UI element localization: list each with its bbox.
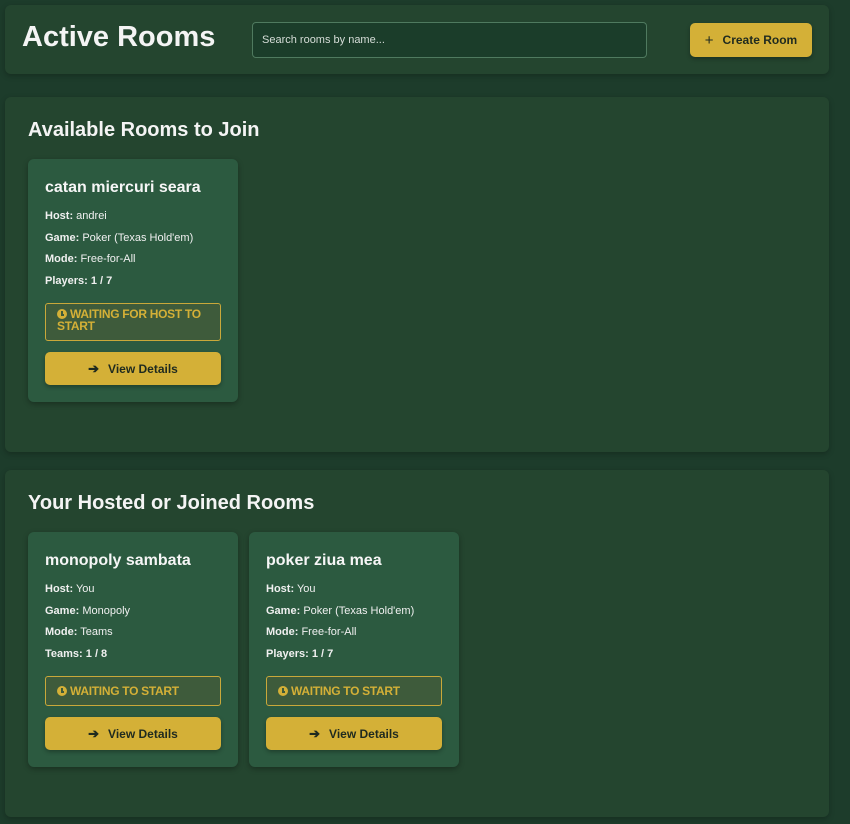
clock-icon — [57, 686, 67, 696]
hosted-rooms-section: Your Hosted or Joined Rooms monopoly sam… — [5, 470, 829, 817]
room-card: monopoly sambata Host: You Game: Monopol… — [28, 532, 238, 767]
clock-icon — [278, 686, 288, 696]
section-title: Your Hosted or Joined Rooms — [28, 492, 315, 514]
room-name: catan miercuri seara — [45, 179, 201, 196]
header-bar: Active Rooms + Create Room — [5, 5, 829, 74]
arrow-right-icon: ➔ — [88, 360, 100, 376]
room-game: Game: Poker (Texas Hold'em) — [266, 605, 415, 617]
arrow-right-icon: ➔ — [309, 725, 321, 741]
room-mode: Mode: Free-for-All — [45, 253, 136, 265]
plus-icon: + — [704, 31, 714, 49]
room-host: Host: You — [45, 583, 95, 595]
page-title: Active Rooms — [22, 21, 216, 53]
room-game: Game: Poker (Texas Hold'em) — [45, 232, 194, 244]
room-card: poker ziua mea Host: You Game: Poker (Te… — [249, 532, 459, 767]
available-rooms-section: Available Rooms to Join catan miercuri s… — [5, 97, 829, 452]
status-badge: WAITING TO START — [266, 676, 442, 706]
create-room-button[interactable]: + Create Room — [690, 23, 812, 57]
room-card: catan miercuri seara Host: andrei Game: … — [28, 159, 238, 402]
room-host: Host: andrei — [45, 210, 107, 222]
room-teams: Teams: 1 / 8 — [45, 648, 108, 660]
view-details-button[interactable]: ➔ View Details — [45, 717, 221, 750]
room-name: poker ziua mea — [266, 552, 382, 569]
clock-icon — [57, 309, 67, 319]
room-host: Host: You — [266, 583, 316, 595]
room-game: Game: Monopoly — [45, 605, 131, 617]
view-details-button[interactable]: ➔ View Details — [45, 352, 221, 385]
status-badge: WAITING FOR HOST TO START — [45, 303, 221, 341]
room-name: monopoly sambata — [45, 552, 191, 569]
search-input[interactable] — [252, 22, 647, 58]
room-mode: Mode: Teams — [45, 626, 113, 638]
status-badge: WAITING TO START — [45, 676, 221, 706]
room-players: Players: 1 / 7 — [266, 648, 334, 660]
view-details-button[interactable]: ➔ View Details — [266, 717, 442, 750]
arrow-right-icon: ➔ — [88, 725, 100, 741]
room-mode: Mode: Free-for-All — [266, 626, 357, 638]
section-title: Available Rooms to Join — [28, 119, 260, 141]
room-players: Players: 1 / 7 — [45, 275, 113, 287]
create-room-label: Create Room — [722, 33, 798, 47]
